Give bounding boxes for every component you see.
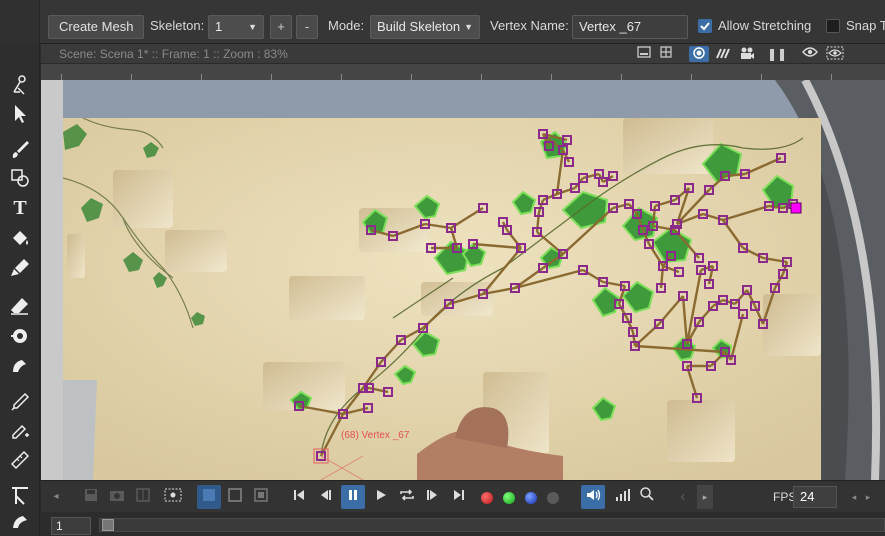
check-icon	[700, 22, 710, 31]
visibility-frame-icon[interactable]	[825, 46, 845, 62]
pot-shape	[63, 380, 97, 480]
last-frame-icon[interactable]	[447, 485, 471, 509]
fps-increase-icon[interactable]: ▸	[861, 485, 875, 509]
canvas-area[interactable]: (68) Vertex _67	[41, 80, 885, 480]
eyedropper-plus-icon[interactable]	[8, 420, 32, 444]
alpha-channel-icon[interactable]	[547, 492, 559, 504]
timeline-scrubber[interactable]	[99, 518, 885, 532]
transform-bone-tool-icon[interactable]	[8, 74, 32, 98]
brush-icon[interactable]	[8, 138, 32, 162]
eyedropper-icon[interactable]	[8, 390, 32, 414]
chevron-down-icon: ▼	[464, 22, 473, 32]
save-frame-icon[interactable]	[79, 485, 103, 509]
eraser-icon[interactable]	[8, 294, 32, 318]
snapshot-icon[interactable]	[105, 485, 129, 509]
red-channel-icon[interactable]	[481, 492, 493, 504]
zoom-icon[interactable]	[635, 485, 659, 509]
skeleton-tool-icon[interactable]	[8, 484, 32, 508]
transport-bar: ◂ ‹ ▸ FPS 24 ◂ ▸	[41, 480, 885, 512]
expand-right-icon[interactable]: ▸	[697, 485, 713, 509]
audio-levels-icon[interactable]	[611, 485, 635, 509]
safe-area-icon[interactable]	[161, 485, 185, 509]
grid-icon[interactable]	[657, 46, 675, 62]
mask-icon[interactable]	[223, 485, 247, 509]
timeline: 1	[41, 512, 885, 536]
allow-stretching-checkbox[interactable]	[698, 19, 712, 33]
toolbar-grip	[0, 0, 40, 44]
shape-tool-icon[interactable]	[8, 166, 32, 190]
compare-icon[interactable]	[131, 485, 155, 509]
fps-input[interactable]: 24	[793, 486, 837, 508]
skeleton-select[interactable]: 1 ▼	[208, 15, 264, 39]
green-channel-icon[interactable]	[503, 492, 515, 504]
layer-mode-icon[interactable]	[197, 485, 221, 509]
remove-skeleton-button[interactable]: -	[296, 15, 318, 39]
back-arrow-icon[interactable]: ‹	[671, 485, 695, 509]
fill-bucket-icon[interactable]	[8, 226, 32, 250]
current-frame-input[interactable]: 1	[51, 517, 91, 535]
mode-value: Build Skeleton	[377, 19, 461, 34]
loop-icon[interactable]	[395, 485, 419, 509]
fps-decrease-icon[interactable]: ◂	[847, 485, 861, 509]
bone-bend-tool-icon[interactable]	[8, 510, 32, 534]
mode-label: Mode:	[328, 18, 365, 33]
select-arrow-icon[interactable]	[8, 102, 32, 126]
tools-panel: T	[0, 44, 40, 536]
eye-icon[interactable]	[801, 46, 819, 62]
paint-tool-icon[interactable]	[8, 256, 32, 280]
add-skeleton-button[interactable]: +	[270, 15, 292, 39]
sound-icon[interactable]	[581, 485, 605, 509]
view-header: Scene: Scena 1* :: Frame: 1 :: Zoom : 83…	[41, 44, 885, 64]
stage-scene[interactable]: (68) Vertex _67	[63, 118, 821, 480]
scene-artwork: (68) Vertex _67	[63, 118, 821, 480]
snap-checkbox[interactable]	[826, 19, 840, 33]
ruler-icon[interactable]	[8, 448, 32, 472]
fit-icon[interactable]	[249, 485, 273, 509]
frame-view-icon[interactable]	[635, 46, 653, 62]
skeleton-value: 1	[215, 19, 223, 34]
pause-preview-icon[interactable]: ❚❚	[767, 46, 787, 62]
playhead-handle[interactable]	[102, 519, 114, 531]
scene-info: Scene: Scena 1* :: Frame: 1 :: Zoom : 83…	[59, 47, 288, 61]
chevron-down-icon: ▼	[248, 22, 257, 32]
mode-select[interactable]: Build Skeleton ▼	[370, 15, 480, 39]
vertex-label: (68) Vertex _67	[341, 430, 410, 441]
pause-button[interactable]	[341, 485, 365, 509]
first-frame-icon[interactable]	[287, 485, 311, 509]
allow-stretching-label: Allow Stretching	[718, 18, 812, 33]
smudge-tool-icon[interactable]	[8, 354, 32, 378]
blue-channel-icon[interactable]	[525, 492, 537, 504]
next-frame-icon[interactable]	[421, 485, 445, 509]
canvas-gutter	[41, 80, 63, 480]
snap-label: Snap T	[846, 18, 885, 33]
create-mesh-button[interactable]: Create Mesh	[48, 15, 145, 39]
onion-skin-icon[interactable]	[689, 46, 709, 62]
camera-icon[interactable]	[737, 46, 757, 62]
vertex-name-input[interactable]: Vertex _67	[572, 15, 688, 39]
selected-skeleton-joint[interactable]	[790, 202, 802, 214]
vertex-name-label: Vertex Name:	[490, 18, 569, 33]
previous-frame-icon[interactable]	[313, 485, 337, 509]
collapse-left-icon[interactable]: ◂	[49, 485, 63, 509]
horizontal-ruler	[41, 64, 885, 80]
skeleton-label: Skeleton:	[150, 18, 205, 33]
tape-tool-icon[interactable]	[8, 324, 32, 348]
tool-options-bar: Create Mesh Skeleton: 1 ▼ + - Mode: Buil…	[0, 0, 885, 44]
motion-icon[interactable]	[713, 46, 733, 62]
play-icon[interactable]	[369, 485, 393, 509]
vertex-name-value: Vertex _67	[579, 19, 642, 34]
text-tool-icon[interactable]: T	[8, 196, 32, 220]
